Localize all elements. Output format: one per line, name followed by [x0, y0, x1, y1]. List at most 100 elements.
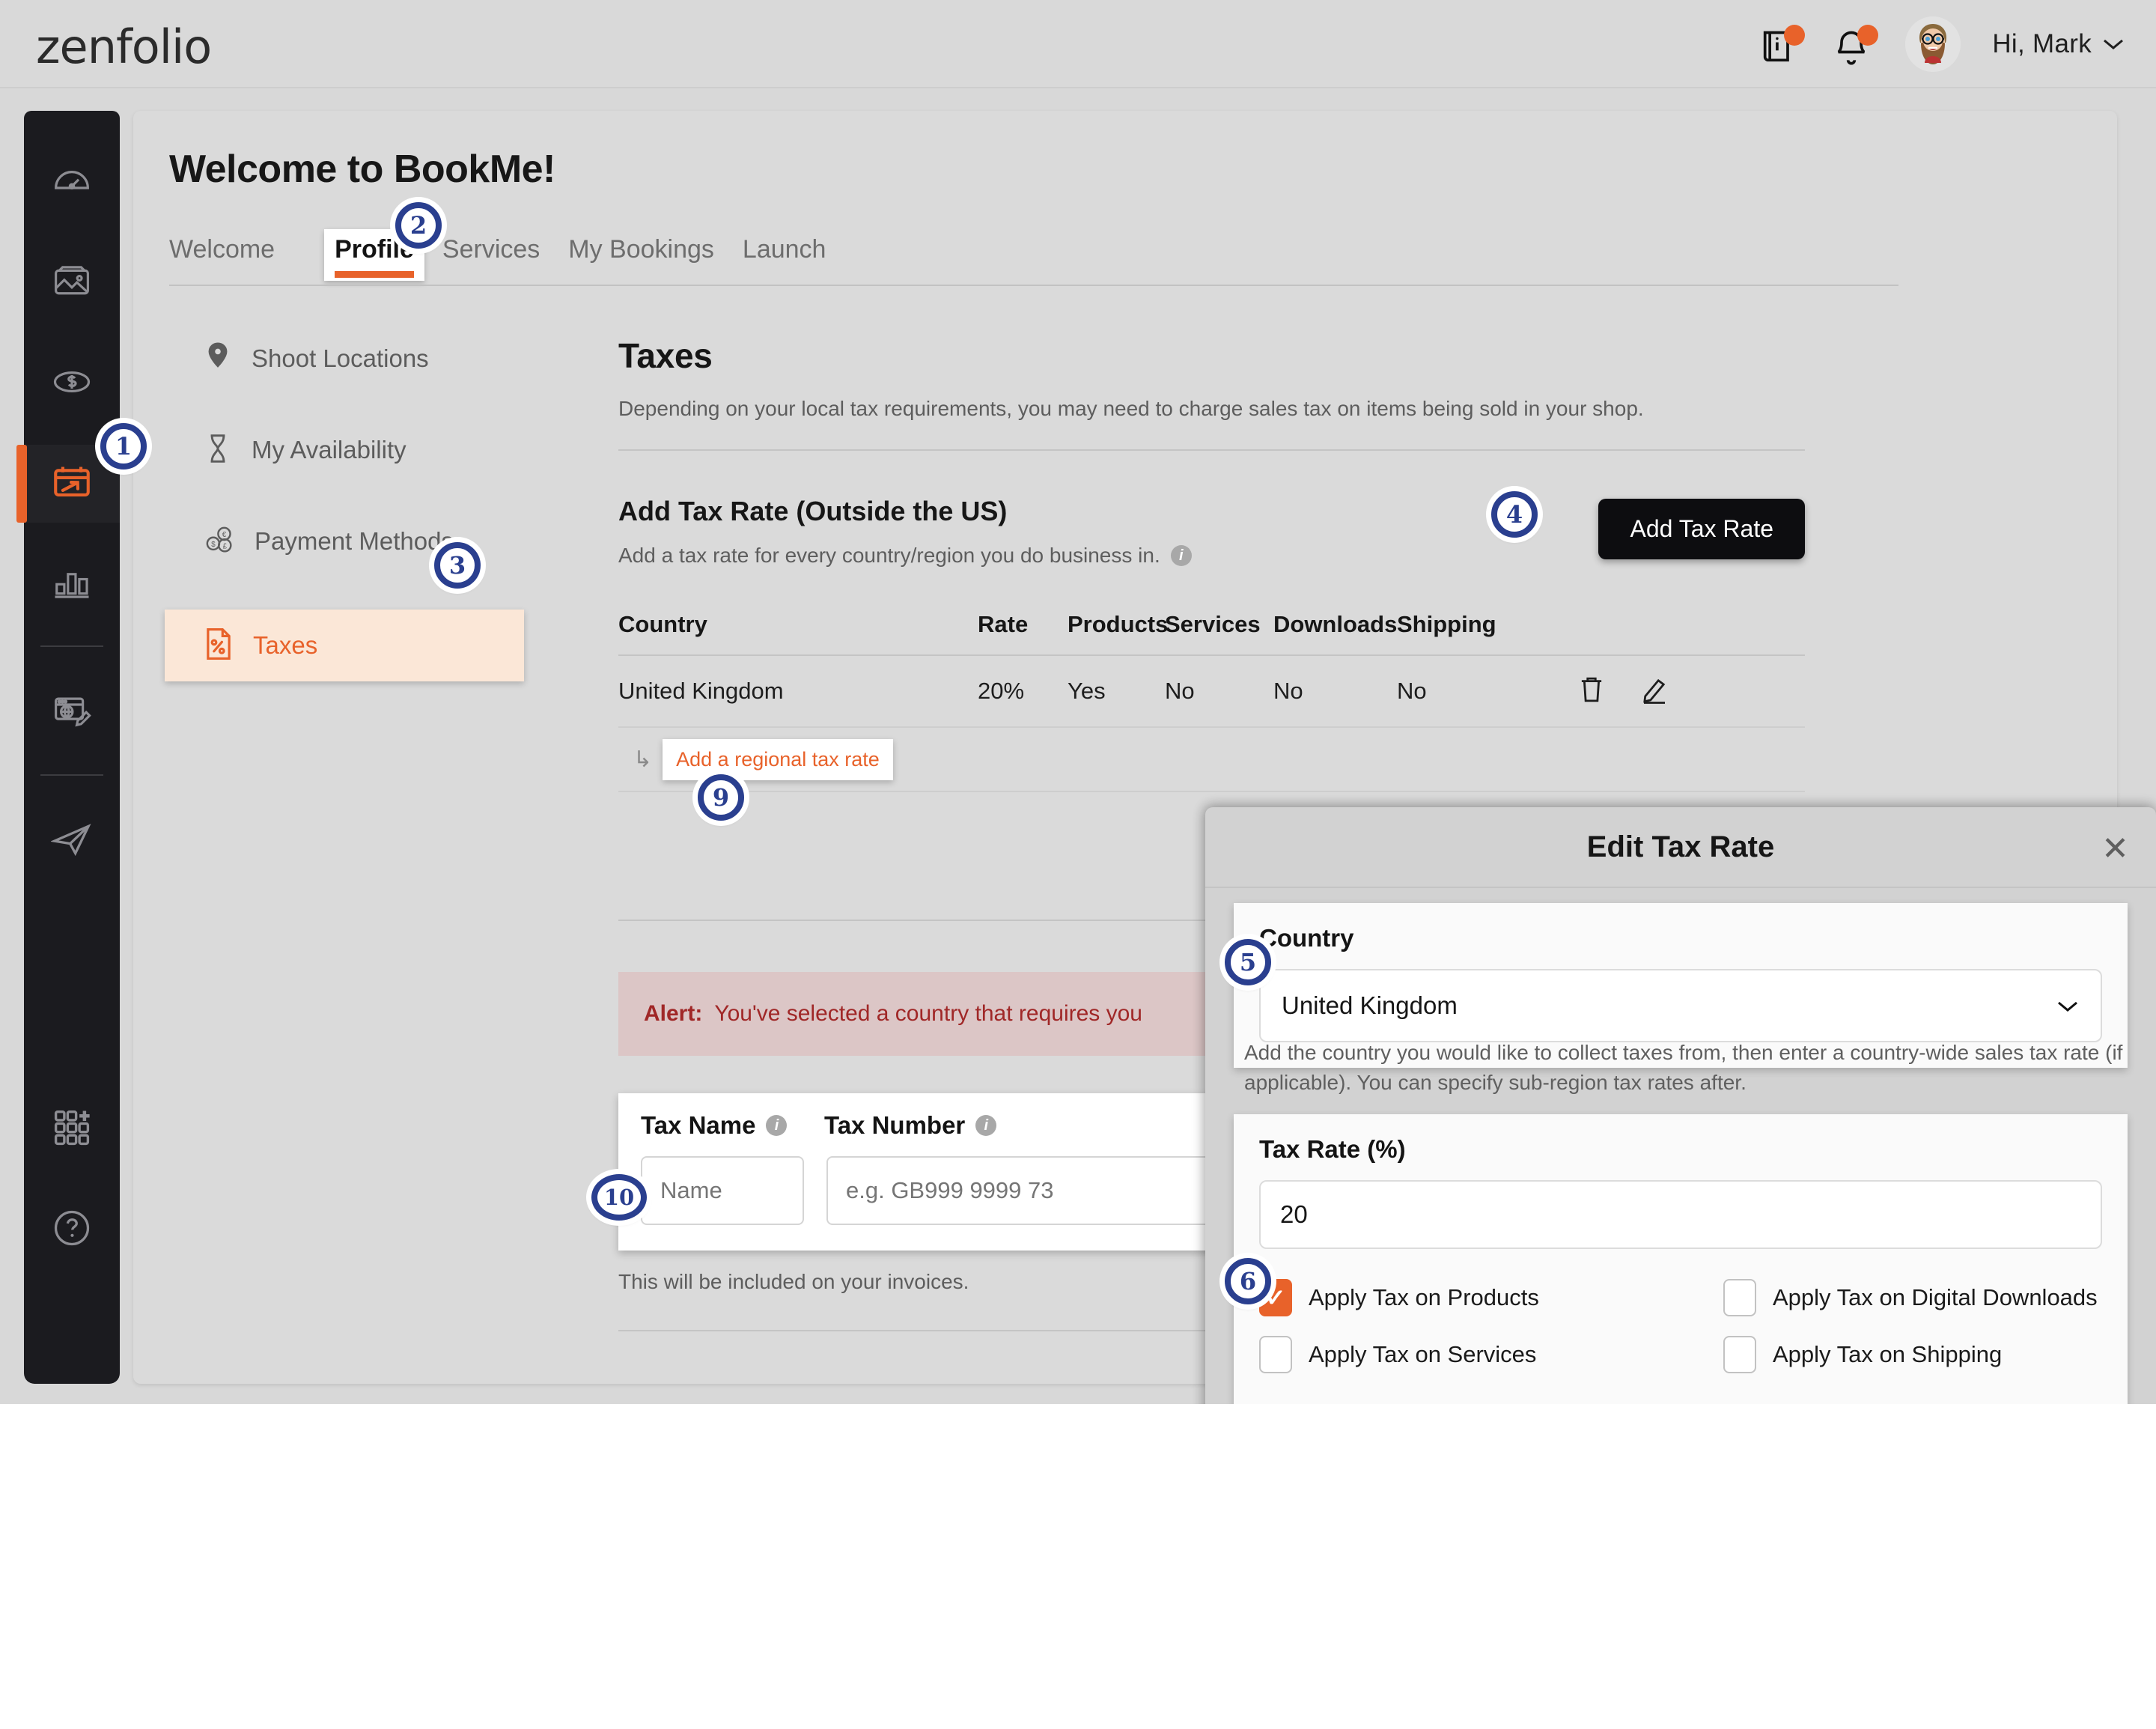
tab-services[interactable]: Services [442, 235, 568, 281]
taxes-description: Depending on your local tax requirements… [618, 397, 1644, 420]
sidebar-item-label: My Availability [252, 436, 406, 464]
sidebar-item-shoot-locations[interactable]: Shoot Locations [184, 335, 573, 382]
top-bar-right: Hi, Mark [1758, 0, 2125, 88]
tax-number-label-wrap: Tax Number i [824, 1111, 997, 1140]
sidebar-item-my-availability[interactable]: My Availability [184, 427, 573, 473]
table-header-row: Country Rate Products Services Downloads… [618, 611, 1805, 656]
rail-item-apps[interactable] [24, 1090, 120, 1168]
rail-item-help[interactable] [24, 1191, 120, 1268]
rail-item-sales[interactable] [24, 344, 120, 422]
coins-icon: € $ £ [204, 523, 235, 560]
country-select-value: United Kingdom [1282, 991, 1458, 1019]
country-label: Country [1259, 924, 1354, 952]
callout-badge-2: 2 [395, 202, 442, 249]
rail-item-dashboard[interactable] [24, 144, 120, 222]
rail-item-statistics[interactable] [24, 545, 120, 623]
checkbox-apply-tax-on-services[interactable]: Apply Tax on Services [1259, 1336, 1723, 1373]
checkbox-box[interactable] [1723, 1336, 1756, 1373]
tax-number-label: Tax Number [824, 1111, 966, 1139]
tab-my-bookings[interactable]: My Bookings [568, 235, 743, 281]
tab-launch[interactable]: Launch [743, 235, 855, 281]
rail-item-marketing[interactable] [24, 803, 120, 881]
app-window: zenfolio Hi, Mark Welcome to BookMe! Wel… [0, 0, 2156, 1404]
checkbox-apply-tax-on-products[interactable]: Apply Tax on Products [1259, 1279, 1723, 1316]
top-bar: zenfolio Hi, Mark [0, 0, 2156, 88]
chevron-down-icon [2056, 991, 2080, 1020]
country-select[interactable]: United Kingdom [1259, 969, 2102, 1042]
checkbox-label: Apply Tax on Digital Downloads [1773, 1284, 2098, 1310]
svg-text:£: £ [223, 542, 228, 550]
cell-actions [1547, 674, 1805, 709]
modal-body: Country United Kingdom Add the country y… [1205, 888, 2156, 1404]
country-helper-text: Add the country you would like to collec… [1244, 1041, 2123, 1094]
cell-country: United Kingdom [618, 678, 784, 704]
checkbox-box[interactable] [1259, 1336, 1292, 1373]
tax-rate-card: Tax Rate (%) 20 Apply Tax on Products Ap… [1234, 1114, 2128, 1404]
pencil-icon[interactable] [1639, 674, 1669, 709]
info-icon[interactable]: i [975, 1115, 997, 1136]
column-header-rate: Rate [978, 611, 1029, 637]
tab-bar-divider [169, 285, 1898, 286]
sidebar-item-payment-methods[interactable]: € $ £ Payment Methods [184, 518, 573, 565]
column-header-services: Services [1165, 611, 1261, 637]
active-indicator [16, 445, 27, 523]
sidebar-item-label: Shoot Locations [252, 344, 429, 372]
tab-welcome[interactable]: Welcome [169, 235, 303, 281]
callout-badge-3: 3 [434, 542, 481, 589]
guide-book-info-icon[interactable] [1758, 22, 1806, 67]
bookme-calendar-icon [50, 461, 94, 508]
add-tax-rate-button[interactable]: Add Tax Rate [1598, 499, 1805, 559]
photos-image-icon [52, 261, 92, 306]
zenfolio-logo[interactable]: zenfolio [36, 19, 212, 74]
callout-badge-1: 1 [100, 423, 147, 470]
regional-tax-rate-row: ↳ Add a regional tax rate [618, 728, 1805, 792]
sidebar-item-taxes[interactable]: Taxes [165, 610, 524, 681]
rail-item-website[interactable] [24, 674, 120, 752]
info-icon[interactable]: i [1170, 545, 1192, 566]
callout-badge-5: 5 [1225, 939, 1271, 985]
rail-item-photos[interactable] [24, 244, 120, 322]
callout-badge-10: 10 [591, 1174, 647, 1221]
callout-badge-9: 9 [698, 774, 744, 821]
avatar[interactable] [1905, 16, 1961, 72]
apps-grid-plus-icon [52, 1107, 92, 1152]
checkbox-label: Apply Tax on Services [1309, 1341, 1537, 1367]
money-dollar-icon [52, 362, 92, 406]
bar-chart-icon [52, 562, 92, 607]
tax-rate-input[interactable]: 20 [1259, 1180, 2102, 1249]
info-icon[interactable]: i [766, 1115, 788, 1136]
edit-tax-rate-modal: Edit Tax Rate ✕ Country United Kingdom A… [1205, 807, 2156, 1404]
checkbox-apply-tax-on-digital-downloads[interactable]: Apply Tax on Digital Downloads [1723, 1279, 2102, 1316]
checkbox-apply-tax-on-shipping[interactable]: Apply Tax on Shipping [1723, 1336, 2102, 1373]
alert-text: You've selected a country that requires … [714, 1001, 1142, 1026]
cell-services: No [1165, 678, 1195, 704]
modal-header: Edit Tax Rate ✕ [1205, 807, 2156, 888]
return-arrow-icon: ↳ [633, 747, 653, 772]
apply-tax-checkbox-grid: Apply Tax on Products Apply Tax on Digit… [1259, 1279, 2102, 1373]
rail-divider-2 [40, 774, 103, 776]
add-regional-tax-rate-link[interactable]: Add a regional tax rate [663, 738, 893, 780]
rail-divider-1 [40, 645, 103, 647]
map-pin-icon [204, 341, 232, 377]
tab-bar: Welcome Profile Services My Bookings Lau… [169, 229, 854, 281]
sidebar-item-label: Payment Methods [255, 527, 454, 555]
left-rail [16, 111, 120, 1384]
divider [618, 449, 1805, 451]
trash-icon[interactable] [1577, 674, 1607, 709]
tax-rates-table: Country Rate Products Services Downloads… [618, 611, 1805, 792]
tax-name-input[interactable] [641, 1156, 804, 1225]
taxes-heading: Taxes [618, 336, 713, 375]
checkbox-box[interactable] [1723, 1279, 1756, 1316]
chevron-down-icon [2102, 32, 2125, 56]
callout-badge-6: 6 [1225, 1258, 1271, 1304]
column-header-shipping: Shipping [1397, 611, 1496, 637]
user-menu[interactable]: Hi, Mark [1992, 29, 2125, 59]
help-question-icon [51, 1207, 93, 1253]
tax-rate-label: Tax Rate (%) [1259, 1135, 1406, 1163]
bell-icon[interactable] [1832, 22, 1879, 67]
svg-text:€: € [222, 531, 227, 539]
close-icon[interactable]: ✕ [2101, 833, 2129, 866]
website-edit-icon [52, 691, 92, 735]
column-header-country: Country [618, 611, 707, 637]
checkbox-label: Apply Tax on Shipping [1773, 1341, 2003, 1367]
